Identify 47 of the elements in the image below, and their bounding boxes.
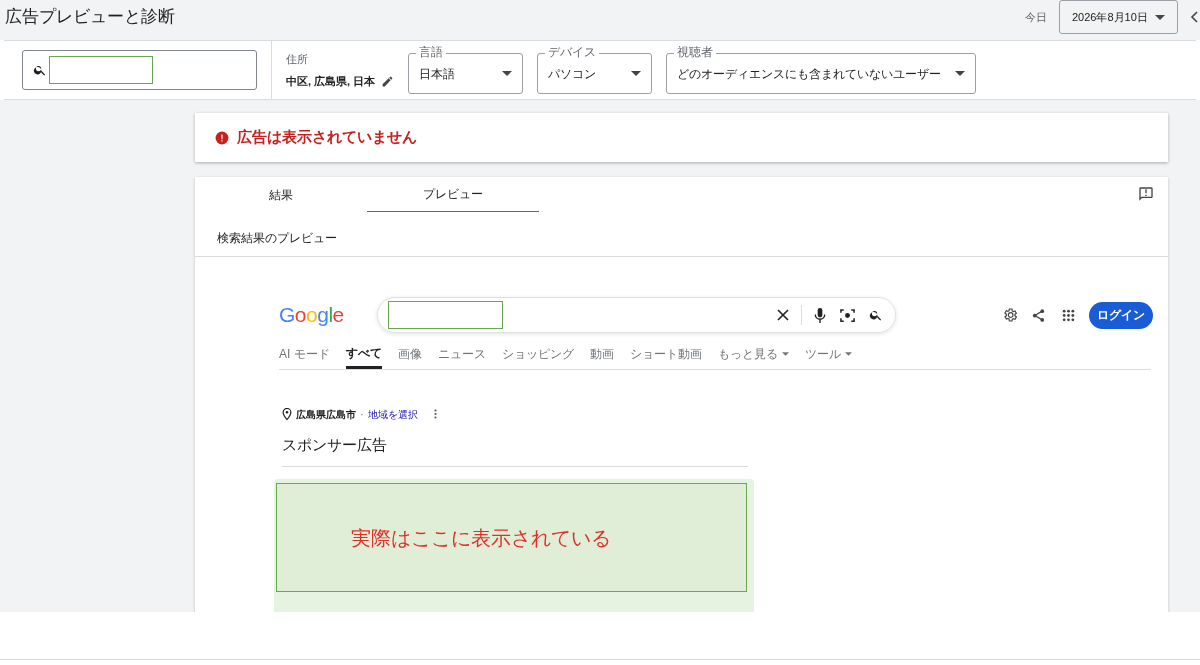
search-tab[interactable]: 画像 <box>397 345 422 369</box>
login-button[interactable]: ログイン <box>1089 301 1153 329</box>
select-region-link[interactable]: 地域を選択 <box>367 406 418 422</box>
search-tab[interactable]: AI モード <box>279 345 330 369</box>
dropdown-label: 視聴者 <box>674 45 717 59</box>
close-icon[interactable] <box>777 309 789 321</box>
search-tab[interactable]: もっと見る <box>717 345 789 369</box>
search-icon[interactable] <box>869 308 883 322</box>
search-tab[interactable]: ツール <box>804 345 852 369</box>
preview-title: 検索結果のプレビュー <box>217 231 337 245</box>
location-pin-icon <box>282 408 292 421</box>
apps-icon[interactable] <box>1062 308 1075 322</box>
location-value: 中区, 広島県, 日本 <box>286 74 376 89</box>
search-tab[interactable]: ショッピング <box>501 345 574 369</box>
google-logo: Google <box>279 302 345 329</box>
today-label: 今日 <box>1025 9 1047 25</box>
share-icon[interactable] <box>1031 307 1046 323</box>
date-picker[interactable]: 2026年8月10日 <box>1059 0 1178 34</box>
tab[interactable]: プレビュー <box>367 177 539 212</box>
search-tab[interactable]: 動画 <box>589 345 614 369</box>
serp-location: 広島県広島市 <box>296 407 356 422</box>
settings-icon[interactable] <box>1002 307 1018 323</box>
annotation-text: 実際はここに表示されている <box>351 525 611 551</box>
search-field[interactable] <box>22 50 257 90</box>
page-title: 広告プレビューと診断 <box>5 6 175 28</box>
dropdown-label: デバイス <box>545 45 600 59</box>
dropdown-caret-icon <box>502 71 513 76</box>
dropdown-caret-icon <box>631 71 642 76</box>
search-tab[interactable]: すべて <box>345 345 382 369</box>
more-vert-icon[interactable] <box>433 409 437 420</box>
sponsored-heading: スポンサー広告 <box>282 433 748 467</box>
search-icon <box>33 63 47 77</box>
dropdown-caret-icon <box>955 71 966 76</box>
search-tab[interactable]: ショート動画 <box>629 345 702 369</box>
pencil-icon[interactable] <box>381 74 395 88</box>
camera-icon[interactable] <box>840 307 855 323</box>
separator: · <box>360 407 364 422</box>
search-tab[interactable]: ニュース <box>437 345 486 369</box>
dropdown-caret-icon <box>1155 14 1165 20</box>
error-icon <box>215 130 229 145</box>
tab[interactable]: 結果 <box>195 177 367 212</box>
feedback-icon[interactable] <box>1138 186 1154 202</box>
chevron-left-icon[interactable] <box>1190 11 1198 23</box>
location-label: 住所 <box>286 51 309 67</box>
dropdown-label: 言語 <box>416 45 447 59</box>
alert-message: 広告は表示されていません <box>237 127 417 148</box>
microphone-icon[interactable] <box>814 307 826 323</box>
